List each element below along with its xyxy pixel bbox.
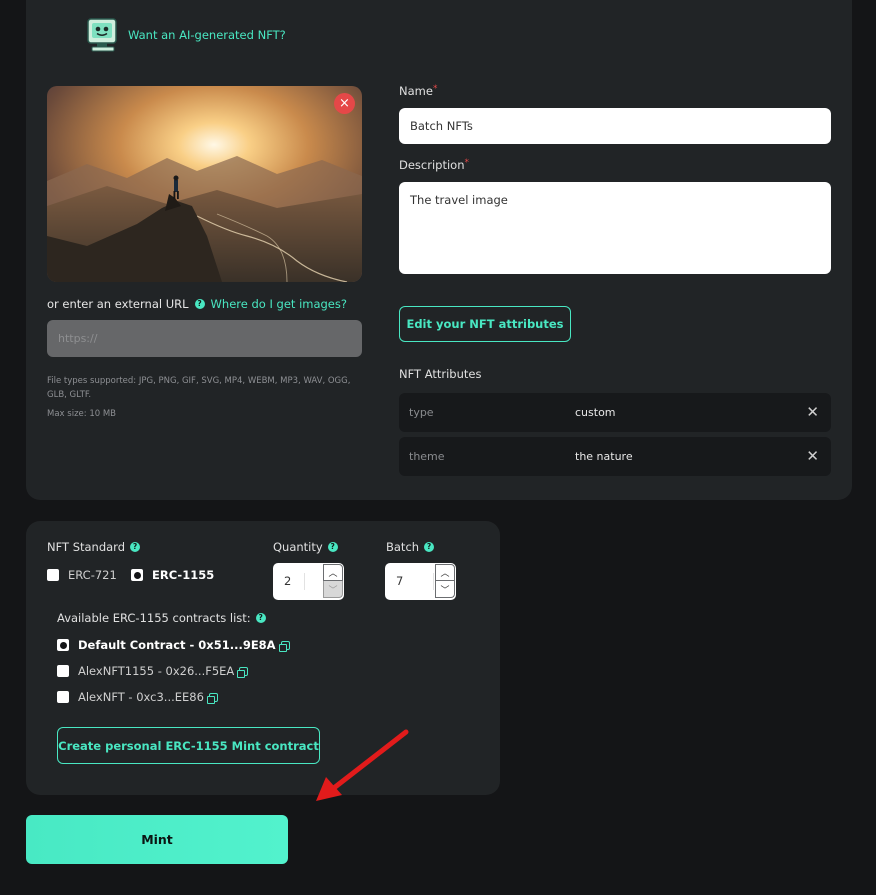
name-input[interactable] [399,108,831,144]
nft-standard-label: NFT Standard ? [47,540,141,554]
contract-label: AlexNFT - 0xc3...EE86 [78,690,218,704]
close-icon: × [339,96,350,111]
required-mark: * [464,158,470,168]
nft-attributes-label: NFT Attributes [399,367,482,381]
increment-button[interactable]: ︿ [435,564,455,581]
where-get-images-link[interactable]: Where do I get images? [211,297,347,311]
attribute-row: type custom ✕ [399,393,831,432]
external-url-label: or enter an external URL [47,297,189,311]
divider [304,573,305,590]
batch-label: Batch ? [386,540,435,554]
create-mint-contract-button[interactable]: Create personal ERC-1155 Mint contract [57,727,320,764]
landscape-image [47,86,362,282]
help-icon[interactable]: ? [255,613,266,623]
mint-button[interactable]: Mint [26,815,288,864]
radio-button[interactable] [57,665,69,677]
edit-nft-attributes-button[interactable]: Edit your NFT attributes [399,306,571,342]
help-icon[interactable]: ? [424,542,435,552]
attribute-value: custom [575,406,616,419]
radio-button-selected[interactable] [57,639,69,651]
chevron-down-icon: ﹀ [440,585,450,596]
quantity-text: Quantity [273,540,323,554]
contract-label: Default Contract - 0x51...9E8A [78,638,290,652]
radio-button[interactable] [47,569,59,581]
file-types-text: File types supported: JPG, PNG, GIF, SVG… [47,376,351,400]
required-mark: * [432,84,438,94]
standard-option-erc721[interactable]: ERC-721 [47,568,117,582]
chevron-up-icon: ︿ [328,569,338,579]
chevron-up-icon: ︿ [440,569,450,579]
help-icon[interactable]: ? [130,542,141,552]
decrement-button[interactable]: ﹀ [323,581,343,598]
radio-button[interactable] [57,691,69,703]
remove-attribute-icon[interactable]: ✕ [806,449,819,464]
attribute-row: theme the nature ✕ [399,437,831,476]
ai-generated-nft-link[interactable]: Want an AI-generated NFT? [84,16,286,54]
copy-icon[interactable] [206,693,218,704]
radio-button-selected[interactable] [131,569,143,581]
increment-button[interactable]: ︿ [323,564,343,581]
description-textarea[interactable]: The travel image [399,182,831,274]
contract-label-text: AlexNFT - 0xc3...EE86 [78,690,204,704]
standard-option-erc1155[interactable]: ERC-1155 [131,568,214,582]
description-label-text: Description [399,158,465,172]
quantity-stepper[interactable]: 2 ︿ ﹀ [273,563,344,600]
max-size-text: Max size: 10 MB [47,409,117,419]
nft-image-preview [47,86,362,282]
red-arrow-icon [316,729,409,801]
contract-option[interactable]: AlexNFT1155 - 0x26...F5EA [57,664,249,678]
contract-label: AlexNFT1155 - 0x26...F5EA [78,664,249,678]
batch-value[interactable]: 7 [396,574,403,588]
contract-label-text: Default Contract - 0x51...9E8A [78,638,276,652]
quantity-label: Quantity ? [273,540,338,554]
batch-text: Batch [386,540,420,554]
contract-label-text: AlexNFT1155 - 0x26...F5EA [78,664,235,678]
copy-icon[interactable] [278,641,290,652]
attribute-key: theme [409,450,445,463]
copy-icon[interactable] [237,667,249,678]
attribute-value: the nature [575,450,633,463]
quantity-value[interactable]: 2 [284,574,291,588]
attribute-key: type [409,406,434,419]
help-icon[interactable]: ? [327,542,338,552]
name-label-text: Name [399,84,433,98]
stepper-buttons: ︿ ﹀ [435,564,455,599]
contract-option[interactable]: AlexNFT - 0xc3...EE86 [57,690,218,704]
standard-label: ERC-721 [68,568,117,582]
ai-generated-nft-label: Want an AI-generated NFT? [128,28,286,42]
remove-image-button[interactable]: × [334,93,355,114]
file-info: File types supported: JPG, PNG, GIF, SVG… [47,374,367,421]
batch-stepper[interactable]: 7 ︿ ﹀ [385,563,456,600]
name-label: Name* [399,84,437,98]
description-label: Description* [399,158,469,172]
standard-label: ERC-1155 [152,568,215,582]
contract-option[interactable]: Default Contract - 0x51...9E8A [57,638,290,652]
external-url-input[interactable] [47,320,362,357]
contracts-list-text: Available ERC-1155 contracts list: [57,611,251,625]
divider [433,573,434,590]
external-url-row: or enter an external URL ? Where do I ge… [47,297,347,311]
decrement-button[interactable]: ﹀ [435,581,455,598]
help-icon[interactable]: ? [194,299,205,309]
robot-icon [87,18,117,52]
remove-attribute-icon[interactable]: ✕ [806,405,819,420]
chevron-down-icon: ﹀ [328,585,338,596]
nft-standard-text: NFT Standard [47,540,126,554]
contracts-list-label: Available ERC-1155 contracts list: ? [57,611,266,625]
stepper-buttons: ︿ ﹀ [323,564,343,599]
